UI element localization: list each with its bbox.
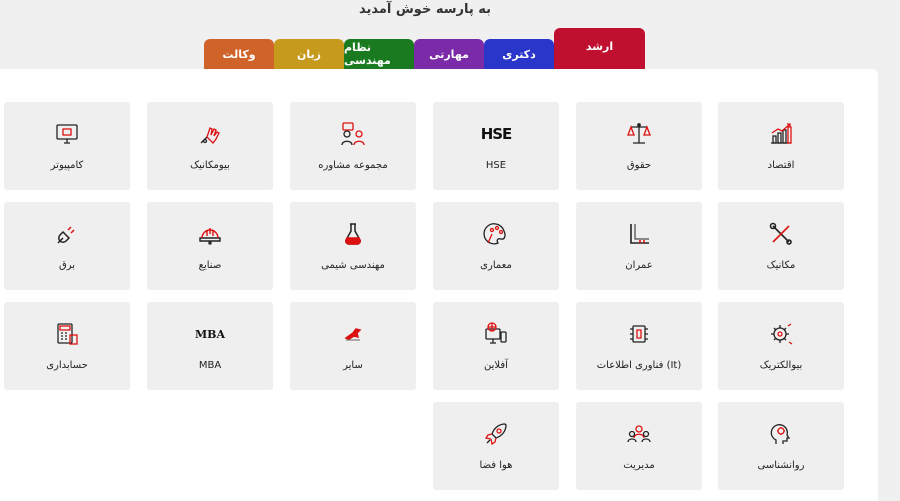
hse-logo-icon: HSE [480,125,513,143]
tab-doctorate[interactable]: دکتری [484,39,554,69]
card-bioelectric[interactable]: بیوالکتریک [718,302,844,390]
card-label: سایر [343,360,363,371]
flask-icon [339,220,367,248]
card-electrical[interactable]: برق [4,202,130,290]
card-information-technology[interactable]: فناوری اطلاعات (It) [576,302,702,390]
card-architecture[interactable]: معماری [433,202,559,290]
card-consultation[interactable]: مجموعه مشاوره [290,102,416,190]
card-label: عمران [625,260,653,271]
card-label: برق [58,260,76,271]
card-label: مجموعه مشاوره [318,160,388,171]
card-label: فناوری اطلاعات (It) [596,360,682,371]
rocket-icon [482,420,510,448]
card-label: اقتصاد [767,160,795,171]
card-label: MBA [198,360,222,371]
team-icon [625,420,653,448]
consultation-icon [339,120,367,148]
hard-hat-icon [196,220,224,248]
card-label: مدیریت [623,460,655,471]
card-management[interactable]: مدیریت [576,402,702,490]
plug-icon [53,220,81,248]
card-computer[interactable]: کامپیوتر [4,102,130,190]
chip-icon [625,320,653,348]
computer-monitor-icon [53,120,81,148]
card-psychology[interactable]: روانشناسی [718,402,844,490]
card-label: روانشناسی [757,460,805,471]
head-icon [767,420,795,448]
card-label: کامپیوتر [50,160,84,171]
card-label: معماری [480,260,512,271]
card-label: حقوق [626,160,652,171]
card-hse[interactable]: HSE HSE [433,102,559,190]
card-biomechanics[interactable]: بیومکانیک [147,102,273,190]
scales-icon [625,120,653,148]
card-accounting[interactable]: حسابداری [4,302,130,390]
card-industrial[interactable]: صنایع [147,202,273,290]
card-law[interactable]: حقوق [576,102,702,190]
card-mechanics[interactable]: مکانیک [718,202,844,290]
card-label: هوا فضا [479,460,513,471]
tab-engineering-system[interactable]: نظام مهندسی [344,39,414,69]
tab-skills[interactable]: مهارتی [414,39,484,69]
card-other[interactable]: سایر [290,302,416,390]
card-label: HSE [485,160,507,171]
card-label: بیوالکتریک [759,360,803,371]
tab-arshad[interactable]: ارشد [554,28,645,69]
offline-devices-icon [482,320,510,348]
courses-panel: اقتصاد حقوق HSE HSE مجموعه مشاوره بیومکا… [0,69,878,501]
card-label: بیومکانیک [190,160,230,171]
card-economics[interactable]: اقتصاد [718,102,844,190]
category-tabs: ارشد دکتری مهارتی نظام مهندسی زبان وکالت [204,28,645,69]
ruler-square-icon [625,220,653,248]
mba-logo-icon: MBA [195,327,226,341]
card-label: مکانیک [766,260,796,271]
tab-language[interactable]: زبان [274,39,344,69]
card-civil[interactable]: عمران [576,202,702,290]
calculator-icon [53,320,81,348]
card-aerospace[interactable]: هوا فضا [433,402,559,490]
card-offline[interactable]: آفلاین [433,302,559,390]
robot-hand-icon [196,120,224,148]
card-mba[interactable]: MBA MBA [147,302,273,390]
tab-law[interactable]: وکالت [204,39,274,69]
chart-growth-icon [767,120,795,148]
tools-icon [767,220,795,248]
bird-logo-icon [339,320,367,348]
card-label: صنایع [198,260,222,271]
welcome-heading: به پارسه خوش آمدید [358,2,492,17]
card-label: آفلاین [484,360,508,371]
card-label: حسابداری [46,360,88,371]
card-label: مهندسی شیمی [321,260,385,271]
bio-gear-icon [767,320,795,348]
palette-icon [482,220,510,248]
card-chemical-engineering[interactable]: مهندسی شیمی [290,202,416,290]
